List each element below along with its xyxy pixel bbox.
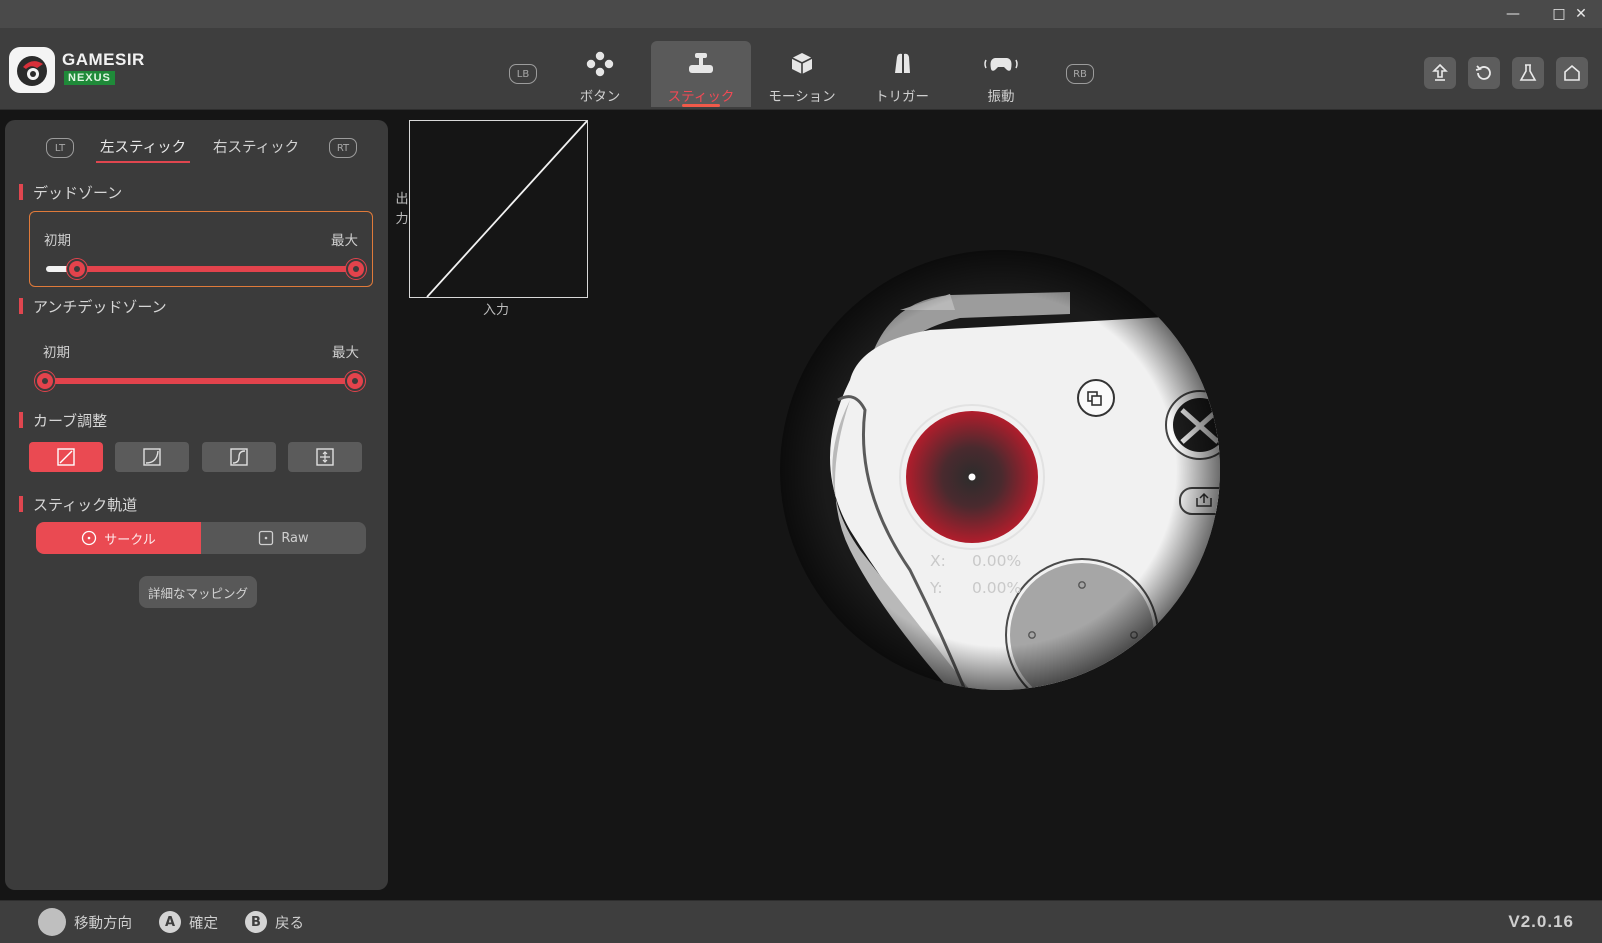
minimize-button[interactable]: —	[1490, 0, 1536, 28]
anti-deadzone-slider[interactable]	[35, 371, 365, 391]
custom-curve-icon	[316, 448, 334, 466]
stick-settings-panel: LT 左スティック 右スティック RT デッドゾーン 初期 最大 アンチデッドゾ…	[5, 120, 388, 890]
upload-button[interactable]	[1424, 57, 1456, 89]
anti-deadzone-slider-fill	[45, 378, 355, 384]
anti-deadzone-title: アンチデッドゾーン	[19, 296, 167, 317]
curve-linear-button[interactable]	[29, 442, 103, 472]
response-curve-graph	[409, 120, 588, 298]
left-stick-button-icon	[38, 908, 66, 936]
hint-back: B 戻る	[245, 911, 304, 933]
deadzone-max-label: 最大	[331, 233, 358, 249]
hint-confirm: A 確定	[159, 911, 218, 933]
tab-buttons[interactable]: ボタン	[561, 41, 639, 107]
anti-deadzone-max-handle[interactable]	[345, 371, 365, 391]
gamesir-logo	[9, 47, 55, 93]
controller-preview	[780, 250, 1220, 690]
tab-stick-label: スティック	[667, 89, 735, 105]
deadzone-slider[interactable]	[46, 259, 366, 279]
stick-y-value: 0.00%	[972, 579, 1022, 597]
graph-y-label-char-2: 力	[395, 212, 409, 227]
deadzone-min-handle[interactable]	[67, 259, 87, 279]
app-header: GAMESIR NEXUS LB ボタン スティック モーション トリガー 振動…	[0, 28, 1602, 110]
lb-bumper-icon[interactable]: LB	[509, 64, 537, 84]
trajectory-circle-option[interactable]: サークル	[36, 522, 201, 554]
brand-subname: NEXUS	[64, 71, 115, 85]
linear-curve-icon	[57, 448, 75, 466]
buttons-icon	[586, 51, 614, 77]
rt-trigger-icon[interactable]: RT	[329, 138, 357, 158]
deadzone-max-handle[interactable]	[346, 259, 366, 279]
vibration-icon	[984, 58, 1018, 71]
deadzone-title: デッドゾーン	[19, 182, 122, 203]
s-curve-icon	[230, 448, 248, 466]
stick-x-value: 0.00%	[972, 552, 1022, 570]
anti-deadzone-range: 初期 最大	[29, 324, 373, 400]
circle-icon	[82, 530, 97, 546]
reset-button[interactable]	[1468, 57, 1500, 89]
footer-bar: 移動方向 A 確定 B 戻る V2.0.16	[0, 900, 1602, 943]
tab-left-stick[interactable]: 左スティック	[95, 136, 191, 163]
tab-vibration-label: 振動	[987, 89, 1015, 105]
square-icon	[259, 530, 274, 546]
response-curve-line	[426, 120, 588, 298]
deadzone-range: 初期 最大	[29, 211, 373, 287]
active-tab-indicator	[682, 104, 720, 107]
motion-icon	[791, 53, 813, 74]
flask-icon	[1519, 64, 1537, 81]
stick-y-key: Y:	[930, 579, 943, 597]
tab-trigger-label: トリガー	[875, 89, 929, 105]
close-button[interactable]: ✕	[1560, 0, 1602, 28]
curve-custom-button[interactable]	[288, 442, 362, 472]
deadzone-min-label: 初期	[44, 233, 71, 249]
tab-stick[interactable]: スティック	[651, 41, 751, 107]
trajectory-toggle: サークル Raw	[36, 522, 366, 554]
curve-s-button[interactable]	[202, 442, 276, 472]
hint-back-label: 戻る	[275, 915, 304, 932]
rb-bumper-icon[interactable]: RB	[1066, 64, 1094, 84]
graph-x-label: 入力	[483, 303, 510, 318]
curve-title: カーブ調整	[19, 410, 107, 431]
curve-concave-button[interactable]	[115, 442, 189, 472]
advanced-mapping-button[interactable]: 詳細なマッピング	[139, 576, 257, 608]
anti-deadzone-min-label: 初期	[43, 345, 70, 361]
title-bar: — □ ✕	[0, 0, 1602, 28]
deadzone-slider-fill	[77, 266, 356, 272]
trigger-icon	[895, 53, 910, 73]
anti-deadzone-max-label: 最大	[332, 345, 359, 361]
concave-curve-icon	[143, 448, 161, 466]
anti-deadzone-min-handle[interactable]	[35, 371, 55, 391]
hint-move-label: 移動方向	[74, 915, 132, 932]
graph-y-label-char-1: 出	[395, 192, 409, 207]
tab-motion[interactable]: モーション	[762, 41, 842, 107]
app-version: V2.0.16	[1508, 912, 1574, 931]
tab-buttons-label: ボタン	[579, 89, 621, 105]
brand-name: GAMESIR	[62, 50, 145, 69]
tab-right-stick[interactable]: 右スティック	[213, 136, 299, 157]
home-button[interactable]	[1556, 57, 1588, 89]
graph-y-label: 出 力	[395, 190, 409, 230]
tab-vibration[interactable]: 振動	[968, 41, 1034, 107]
home-icon	[1564, 64, 1580, 81]
trajectory-circle-label: サークル	[104, 532, 156, 548]
stick-icon	[689, 53, 713, 73]
trajectory-title: スティック軌道	[19, 494, 137, 515]
reset-icon	[1475, 65, 1491, 80]
a-button-icon: A	[159, 911, 181, 933]
trajectory-raw-label: Raw	[281, 530, 309, 546]
stick-x-key: X:	[930, 552, 946, 570]
lt-trigger-icon[interactable]: LT	[46, 138, 74, 158]
hint-confirm-label: 確定	[189, 915, 218, 932]
lab-button[interactable]	[1512, 57, 1544, 89]
hint-move: 移動方向	[38, 908, 132, 936]
upload-icon	[1432, 63, 1448, 81]
tab-trigger[interactable]: トリガー	[864, 41, 940, 107]
trajectory-raw-option[interactable]: Raw	[201, 522, 366, 554]
b-button-icon: B	[245, 911, 267, 933]
tab-motion-label: モーション	[768, 89, 836, 105]
